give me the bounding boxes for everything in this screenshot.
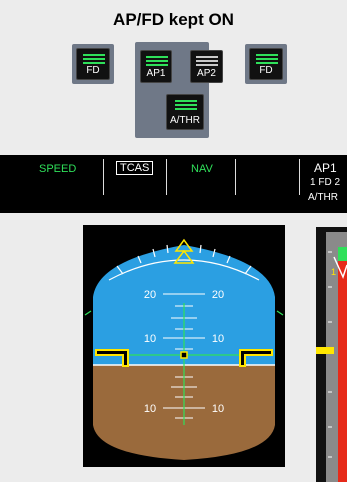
athr-indicator: [175, 100, 197, 112]
pitch-label-up-10: 10: [144, 333, 156, 345]
speed-tape: 1: [316, 232, 347, 482]
aircraft-center-symbol: [180, 351, 188, 359]
pitch-label-up-10: 10: [212, 333, 224, 345]
fma-fd: 1 FD 2: [310, 177, 341, 188]
fcu-fd-left-panel: FD: [72, 44, 114, 84]
fma-separator: [103, 159, 104, 195]
ap1-indicator: [146, 56, 168, 68]
fcu-fd-right-panel: FD: [245, 44, 287, 84]
pitch-label-up-20: 20: [144, 289, 156, 301]
flight-mode-annunciator: SPEED TCAS NAV AP1 1 FD 2 A/THR: [0, 155, 347, 213]
pitch-label-down-10: 10: [212, 403, 224, 415]
fd-right-label: FD: [259, 65, 273, 76]
speed-green-band: [338, 247, 347, 261]
speed-marker-icon: [316, 347, 334, 354]
ap2-button[interactable]: AP2: [190, 50, 223, 83]
fma-tcas: TCAS: [116, 161, 154, 175]
ap1-button[interactable]: AP1: [140, 50, 172, 83]
fma-separator: [235, 159, 236, 195]
pitch-label-down-10: 10: [144, 403, 156, 415]
speed-red-band: [338, 247, 347, 482]
page-title: AP/FD kept ON: [113, 10, 234, 29]
fma-speed: SPEED: [39, 163, 77, 175]
fma-nav: NAV: [191, 163, 213, 175]
ap2-indicator: [196, 56, 218, 68]
fma-athr: A/THR: [308, 192, 338, 203]
athr-label: A/THR: [170, 115, 200, 126]
ap2-label: AP2: [197, 68, 216, 79]
ap1-label: AP1: [146, 68, 166, 79]
fd-left-button[interactable]: FD: [76, 48, 110, 80]
attitude-indicator: 20 20 10 10 10 10: [84, 238, 284, 460]
athr-button[interactable]: A/THR: [166, 94, 204, 130]
fd-right-button[interactable]: FD: [249, 48, 283, 80]
speed-tape-marker: 1: [331, 267, 336, 277]
fma-ap1: AP1: [314, 161, 337, 175]
fma-separator: [166, 159, 167, 195]
pitch-label-up-20: 20: [212, 289, 224, 301]
fd-left-label: FD: [86, 65, 100, 76]
fma-separator: [299, 159, 300, 195]
